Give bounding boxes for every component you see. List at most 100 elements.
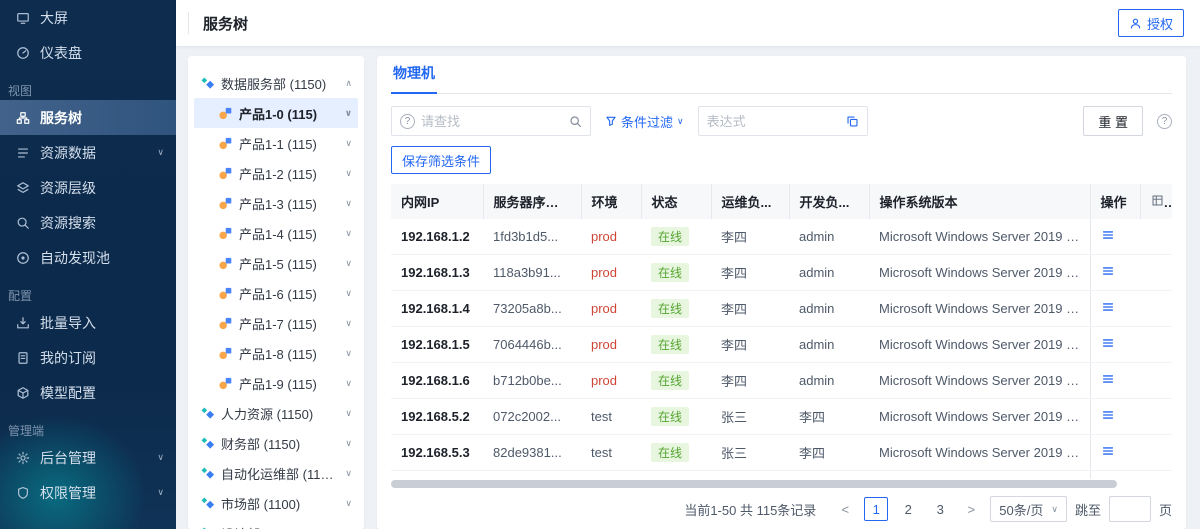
row-actions-icon[interactable] <box>1101 264 1115 278</box>
tree-node-department[interactable]: 人力资源 (1150) ∨ <box>194 398 358 428</box>
chevron-down-icon: ∨ <box>677 116 684 127</box>
col-header-dev-owner: 开发负... <box>789 184 869 219</box>
sidebar-item-resource-search[interactable]: 资源搜索 <box>0 205 176 240</box>
sidebar-item-permission-admin[interactable]: 权限管理 ∨ <box>0 475 176 510</box>
sidebar-item-model-config[interactable]: 模型配置 <box>0 375 176 410</box>
row-actions-icon[interactable] <box>1101 336 1115 350</box>
product-icon <box>218 166 233 181</box>
prev-page-button[interactable]: < <box>834 497 856 521</box>
chevron-down-icon[interactable]: ∨ <box>341 468 352 479</box>
tree-node-product[interactable]: 产品1-3 (115) ∨ <box>194 188 358 218</box>
tree-node-label: 数据服务部 (1150) <box>221 74 326 93</box>
authorize-label: 授权 <box>1147 14 1173 33</box>
sidebar-item-auto-discovery[interactable]: 自动发现池 <box>0 240 176 275</box>
row-actions-icon[interactable] <box>1101 228 1115 242</box>
cell-status: 在线 <box>641 219 711 255</box>
tree-node-label: 产品1-3 (115) <box>239 194 317 213</box>
col-header-status: 状态 <box>641 184 711 219</box>
cell-os: Microsoft Windows Server 2019 Stan... <box>869 435 1090 471</box>
copy-icon[interactable] <box>846 115 859 128</box>
tree-node-product[interactable]: 产品1-6 (115) ∨ <box>194 278 358 308</box>
help-icon[interactable]: ? <box>1157 114 1172 129</box>
tree-node-department[interactable]: 市场部 (1100) ∨ <box>194 488 358 518</box>
chevron-down-icon[interactable]: ∨ <box>341 438 352 449</box>
sidebar-item-service-tree[interactable]: 服务树 <box>0 100 176 135</box>
chevron-down-icon[interactable]: ∨ <box>341 168 352 179</box>
cell-serial: 82de9381... <box>483 435 581 471</box>
sidebar-item-subscriptions[interactable]: 我的订阅 <box>0 340 176 375</box>
page-number-2[interactable]: 2 <box>896 497 920 521</box>
tree-node-product[interactable]: 产品1-0 (115) ∨ <box>194 98 358 128</box>
save-filter-button[interactable]: 保存筛选条件 <box>391 146 491 174</box>
tree-node-product[interactable]: 产品1-5 (115) ∨ <box>194 248 358 278</box>
search-icon[interactable] <box>569 115 582 128</box>
tree-node-department[interactable]: 设计部 (1100) ∨ <box>194 518 358 529</box>
product-icon <box>218 376 233 391</box>
condition-filter-dropdown[interactable]: 条件过滤 ∨ <box>605 112 684 131</box>
page-size-select[interactable]: 50条/页 ∨ <box>990 496 1067 522</box>
cell-actions <box>1090 327 1140 363</box>
chevron-down-icon[interactable]: ∨ <box>341 258 352 269</box>
tree-node-product[interactable]: 产品1-7 (115) ∨ <box>194 308 358 338</box>
department-icon <box>200 496 215 511</box>
chevron-down-icon[interactable]: ∨ <box>341 348 352 359</box>
tree-node-department[interactable]: 财务部 (1150) ∨ <box>194 428 358 458</box>
column-settings-icon[interactable] <box>1151 194 1164 207</box>
status-badge: 在线 <box>651 227 689 246</box>
cell-serial: 072c2002... <box>483 399 581 435</box>
authorize-button[interactable]: 授权 <box>1118 9 1184 37</box>
chevron-down-icon[interactable]: ∨ <box>341 138 352 149</box>
search-input[interactable] <box>421 114 563 129</box>
search-box[interactable]: ? <box>391 106 591 136</box>
sidebar-item-resource-level[interactable]: 资源层级 <box>0 170 176 205</box>
chevron-down-icon[interactable]: ∨ <box>341 498 352 509</box>
cell-ip: 192.168.1.6 <box>391 363 483 399</box>
chevron-down-icon[interactable]: ∨ <box>341 108 352 119</box>
product-icon <box>218 316 233 331</box>
chevron-down-icon[interactable]: ∨ <box>341 378 352 389</box>
chevron-down-icon[interactable]: ∨ <box>341 198 352 209</box>
scrollbar-thumb[interactable] <box>391 480 1117 488</box>
chevron-up-icon[interactable]: ∧ <box>341 78 352 89</box>
tree-node-product[interactable]: 产品1-1 (115) ∨ <box>194 128 358 158</box>
tree-node-label: 人力资源 (1150) <box>221 404 313 423</box>
sidebar-item-label: 我的订阅 <box>40 348 96 368</box>
tree-node-product[interactable]: 产品1-2 (115) ∨ <box>194 158 358 188</box>
chevron-down-icon[interactable]: ∨ <box>341 408 352 419</box>
reset-button[interactable]: 重 置 <box>1083 106 1143 136</box>
chevron-down-icon[interactable]: ∨ <box>341 228 352 239</box>
cell-serial: b712b0be... <box>483 363 581 399</box>
expression-input[interactable] <box>707 114 840 129</box>
sidebar-item-backend-admin[interactable]: 后台管理 ∨ <box>0 440 176 475</box>
page-number-1[interactable]: 1 <box>864 497 888 521</box>
chevron-down-icon[interactable]: ∨ <box>341 288 352 299</box>
col-header-ops-owner: 运维负... <box>711 184 789 219</box>
cell-serial: 1fd3b1d5... <box>483 219 581 255</box>
row-actions-icon[interactable] <box>1101 408 1115 422</box>
cell-actions <box>1090 435 1140 471</box>
chevron-down-icon[interactable]: ∨ <box>341 318 352 329</box>
jump-page-input[interactable] <box>1109 496 1151 522</box>
batch-import-icon <box>16 316 31 330</box>
tree-node-department[interactable]: 自动化运维部 (1150) ∨ <box>194 458 358 488</box>
cell-status: 在线 <box>641 399 711 435</box>
dashboard-icon <box>16 46 31 60</box>
row-actions-icon[interactable] <box>1101 300 1115 314</box>
expression-box[interactable] <box>698 106 868 136</box>
sidebar-item-batch-import[interactable]: 批量导入 <box>0 305 176 340</box>
cell-dev-owner: 李四 <box>789 435 869 471</box>
gear-icon <box>16 451 31 465</box>
tree-node-product[interactable]: 产品1-8 (115) ∨ <box>194 338 358 368</box>
page-number-3[interactable]: 3 <box>928 497 952 521</box>
tab-physical-machine[interactable]: 物理机 <box>391 63 437 94</box>
row-actions-icon[interactable] <box>1101 372 1115 386</box>
row-actions-icon[interactable] <box>1101 444 1115 458</box>
sidebar-item-big-screen[interactable]: 大屏 <box>0 0 176 35</box>
tree-node-department[interactable]: 数据服务部 (1150) ∧ <box>194 68 358 98</box>
tree-node-product[interactable]: 产品1-4 (115) ∨ <box>194 218 358 248</box>
sidebar-item-dashboard[interactable]: 仪表盘 <box>0 35 176 70</box>
next-page-button[interactable]: > <box>960 497 982 521</box>
tree-node-product[interactable]: 产品1-9 (115) ∨ <box>194 368 358 398</box>
person-icon <box>1129 17 1142 30</box>
sidebar-item-resource-data[interactable]: 资源数据 ∨ <box>0 135 176 170</box>
